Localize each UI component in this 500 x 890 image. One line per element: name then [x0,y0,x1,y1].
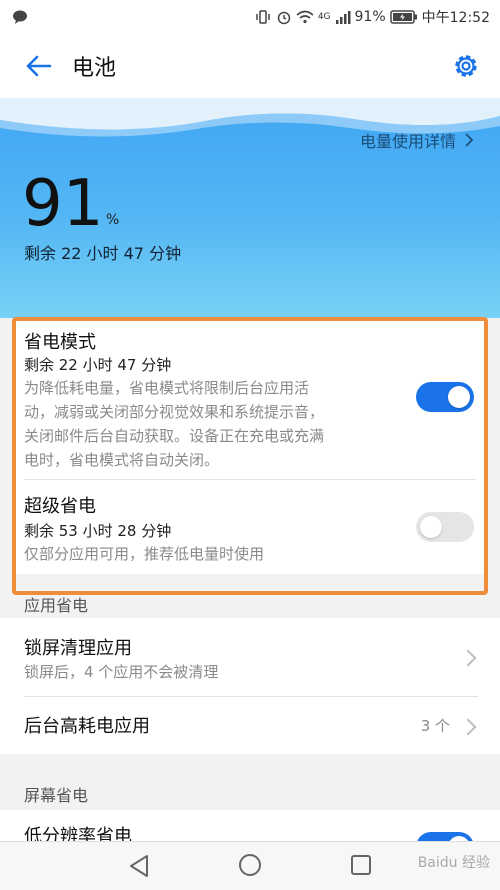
status-left [0,9,28,25]
high-drain-apps-count: 3 个 [420,717,450,735]
low-resolution-title: 低分辨率省电 [24,826,132,841]
power-saving-toggle[interactable] [416,382,474,412]
signal-icon [335,11,351,24]
ultra-saving-toggle[interactable] [416,512,474,542]
nav-home-icon[interactable] [238,853,262,877]
lock-screen-clean-row[interactable]: 锁屏清理应用 锁屏后，4 个应用不会被清理 [0,618,500,696]
vibrate-icon [256,10,270,24]
high-drain-apps-title: 后台高耗电应用 [24,716,150,737]
back-arrow-icon [26,55,52,77]
description-line: 关闭邮件后台自动获取。设备正在充电或充满 [24,427,325,445]
gear-icon [455,55,477,77]
toggle-knob [448,386,470,408]
app-saving-list: 锁屏清理应用 锁屏后，4 个应用不会被清理 后台高耗电应用 3 个 [0,618,500,754]
battery-percent: 91% [354,9,386,25]
power-saving-card: 省电模式 剩余 22 小时 47 分钟 为降低耗电量，省电模式将限制后台应用活 … [14,318,486,574]
ultra-saving-row[interactable]: 超级省电 剩余 53 小时 28 分钟 仅部分应用可用，推荐低电量时使用 [14,480,486,574]
battery-remaining: 剩余 22 小时 47 分钟 [24,244,182,263]
power-saving-description: 为降低耗电量，省电模式将限制后台应用活 动，减弱或关闭部分视觉效果和系统提示音，… [24,376,384,472]
battery-unit: % [106,212,120,228]
screen-saving-list: 低分辨率省电 [0,810,500,841]
lock-screen-clean-subtitle: 锁屏后，4 个应用不会被清理 [24,663,219,681]
page-title: 电池 [72,56,117,81]
description-line: 动，减弱或关闭部分视觉效果和系统提示音， [24,403,325,421]
lock-screen-clean-title: 锁屏清理应用 [24,638,132,659]
back-button[interactable] [8,34,68,98]
power-saving-title: 省电模式 [24,332,96,353]
status-bar: 4G 91% 中午12:52 [0,0,500,34]
battery-hero: 电量使用详情 91 % 剩余 22 小时 47 分钟 [0,98,500,318]
ultra-saving-title: 超级省电 [24,496,96,517]
network-type: 4G [317,12,331,22]
usage-details-label: 电量使用详情 [359,132,456,151]
description-line: 为降低耗电量，省电模式将限制后台应用活 [24,379,310,397]
chevron-right-icon [459,718,477,736]
nav-recents-icon[interactable] [350,854,372,876]
low-resolution-toggle[interactable] [416,832,474,841]
toggle-knob [420,516,442,538]
wifi-icon [296,10,314,24]
watermark: Baidu 经验 [417,855,490,871]
app-bar: 电池 [0,34,500,98]
battery-level: 91 [22,167,104,241]
alarm-icon [277,11,291,25]
ultra-saving-description: 仅部分应用可用，推荐低电量时使用 [24,545,265,563]
chevron-right-icon [465,133,474,147]
low-resolution-row[interactable]: 低分辨率省电 [0,810,500,841]
message-icon [13,10,27,24]
status-time: 中午12:52 [421,10,490,26]
screen-saving-header: 屏幕省电 [24,786,89,805]
status-right: 4G 91% 中午12:52 [254,7,500,27]
nav-back-icon[interactable] [128,854,150,878]
settings-button[interactable] [450,50,482,82]
power-saving-mode-row[interactable]: 省电模式 剩余 22 小时 47 分钟 为降低耗电量，省电模式将限制后台应用活 … [14,318,486,478]
power-saving-remaining: 剩余 22 小时 47 分钟 [24,356,172,374]
battery-charging-icon [389,10,417,24]
description-line: 电时，省电模式将自动关闭。 [24,451,220,469]
chevron-right-icon [459,649,477,667]
high-drain-apps-row[interactable]: 后台高耗电应用 3 个 [0,697,500,754]
ultra-saving-remaining: 剩余 53 小时 28 分钟 [24,522,172,540]
usage-details-link[interactable]: 电量使用详情 [360,128,474,152]
app-saving-header: 应用省电 [24,596,89,615]
